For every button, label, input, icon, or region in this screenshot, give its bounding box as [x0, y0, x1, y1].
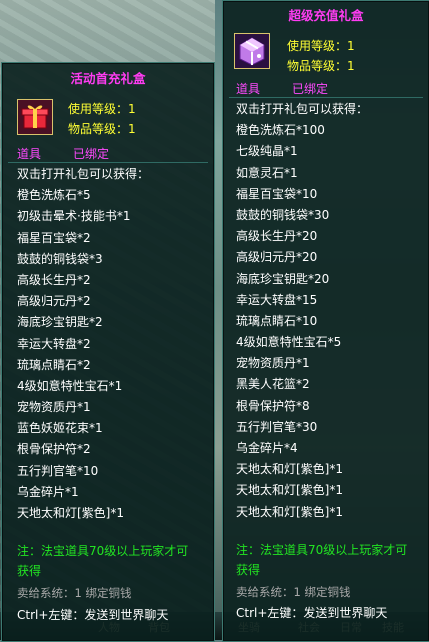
list-item: 高级长生丹*2: [17, 272, 91, 287]
list-item: 鼓鼓的铜钱袋*30: [236, 207, 330, 222]
tooltip-note: 注：法宝道具70级以上玩家才可获得: [17, 544, 189, 578]
list-item: 橙色洗炼石*5: [17, 188, 91, 203]
bind-status-tag: 已绑定: [292, 82, 329, 96]
tooltip-levels: 使用等级：1 物品等级：1: [287, 36, 355, 76]
list-item: 高级长生丹*20: [236, 229, 318, 244]
divider: [229, 97, 423, 98]
use-level: 使用等级：1: [287, 39, 355, 53]
list-item: 海底珍宝钥匙*20: [236, 271, 330, 286]
red-gift-box-icon: [17, 99, 53, 135]
list-item: 乌金碎片*4: [236, 441, 298, 455]
bind-status-tag: 已绑定: [73, 147, 110, 161]
list-item: 如意灵石*1: [236, 165, 298, 180]
divider: [8, 162, 208, 163]
list-item: 双击打开礼包可以获得：: [17, 167, 150, 181]
tooltip-title: 超级充值礼盒: [288, 8, 364, 23]
list-item: 海底珍宝钥匙*2: [17, 315, 103, 330]
list-item: 高级归元丹*20: [236, 250, 318, 265]
tooltip-tags: 道具 已绑定: [236, 80, 328, 97]
list-item: 琉璃点睛石*2: [17, 357, 91, 372]
list-item: 福星百宝袋*2: [17, 230, 91, 245]
item-type-tag: 道具: [236, 82, 261, 96]
item-type-tag: 道具: [17, 147, 42, 161]
list-item: 七级纯晶*1: [236, 144, 298, 159]
item-tooltip-super-recharge: 超级充值礼盒 使用等级：1 物品等级：1 道具 已绑定 双击打开礼包可以获得： 橙…: [222, 0, 429, 642]
list-item: 天地太和灯[紫色]*1: [236, 483, 343, 498]
list-item: 黑美人花篮*2: [236, 377, 310, 392]
share-hint: Ctrl+左键：发送到世界聊天: [236, 606, 388, 620]
list-item: 五行判官笔*30: [236, 419, 318, 434]
list-item: 宠物资质丹*1: [17, 400, 91, 415]
list-item: 初级击晕术·技能书*1: [17, 209, 131, 224]
sell-price: 卖给系统：1 绑定铜钱: [236, 585, 351, 599]
use-level: 使用等级：1: [68, 102, 136, 116]
list-item: 4级如意特性宝石*1: [17, 378, 123, 393]
list-item: 根骨保护符*8: [236, 398, 310, 413]
purple-gift-box-icon: [234, 33, 270, 69]
reward-list: 双击打开礼包可以获得： 橙色洗炼石*5 初级击晕术·技能书*1 福星百宝袋*2 …: [17, 164, 149, 524]
tooltip-title: 活动首充礼盒: [70, 71, 146, 86]
item-tooltip-first-recharge: 活动首充礼盒 使用等级：1 物品等级：1 道具 已绑定 双击打开礼包可以获得： 橙…: [1, 62, 215, 642]
share-hint: Ctrl+左键：发送到世界聊天: [17, 608, 169, 622]
item-level: 物品等级：1: [68, 122, 136, 136]
list-item: 幸运大转盘*15: [236, 292, 318, 307]
list-item: 双击打开礼包可以获得：: [236, 102, 369, 116]
list-item: 幸运大转盘*2: [17, 336, 91, 351]
list-item: 高级归元丹*2: [17, 294, 91, 309]
list-item: 天地太和灯[紫色]*1: [236, 504, 343, 519]
list-item: 五行判官笔*10: [17, 463, 99, 478]
list-item: 橙色洗炼石*100: [236, 123, 325, 138]
list-item: 蓝色妖姬花束*1: [17, 421, 103, 436]
list-item: 根骨保护符*2: [17, 442, 91, 457]
tooltip-tags: 道具 已绑定: [17, 145, 109, 162]
tooltip-levels: 使用等级：1 物品等级：1: [68, 99, 136, 139]
item-level: 物品等级：1: [287, 59, 355, 73]
list-item: 4级如意特性宝石*5: [236, 335, 342, 350]
tooltip-note: 注：法宝道具70级以上玩家才可获得: [236, 543, 408, 577]
list-item: 乌金碎片*1: [17, 484, 79, 499]
list-item: 鼓鼓的铜钱袋*3: [17, 251, 103, 266]
list-item: 福星百宝袋*10: [236, 186, 318, 201]
sell-price: 卖给系统：1 绑定铜钱: [17, 586, 132, 600]
list-item: 天地太和灯[紫色]*1: [236, 462, 343, 477]
list-item: 宠物资质丹*1: [236, 356, 310, 371]
reward-list: 双击打开礼包可以获得： 橙色洗炼石*100 七级纯晶*1 如意灵石*1 福星百宝…: [236, 99, 368, 523]
list-item: 天地太和灯[紫色]*1: [17, 506, 124, 520]
list-item: 琉璃点睛石*10: [236, 313, 318, 328]
